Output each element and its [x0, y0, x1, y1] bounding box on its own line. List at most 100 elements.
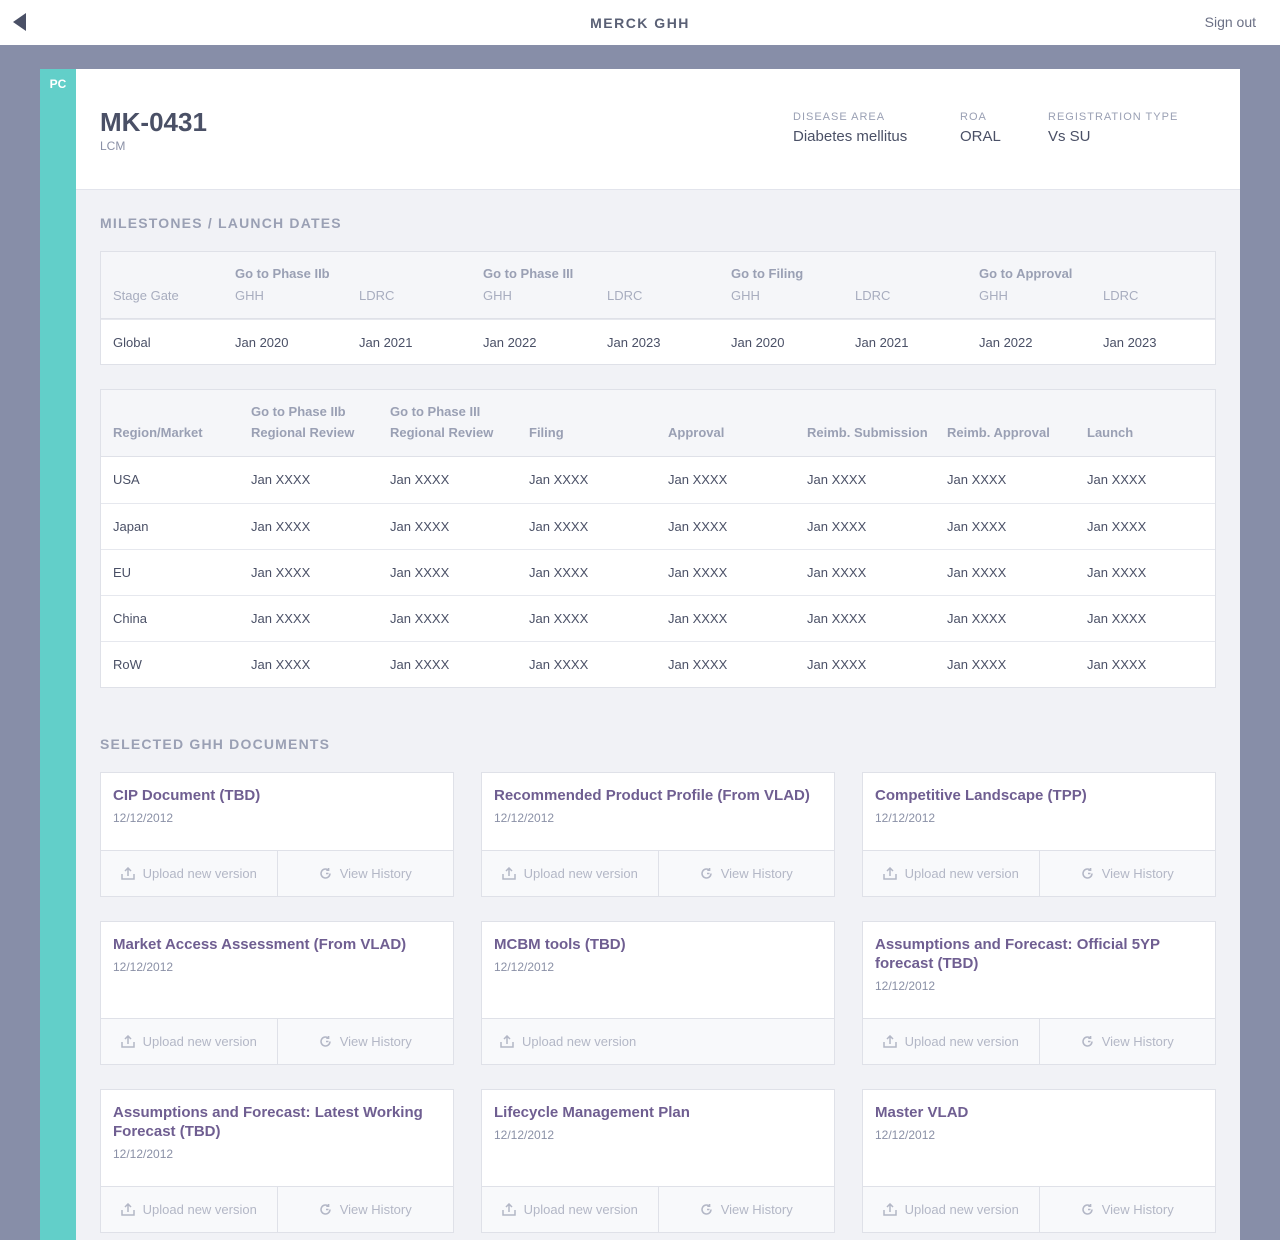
sub-header: GHH — [979, 288, 1008, 303]
document-card: Master VLAD 12/12/2012 Upload new version V… — [862, 1089, 1216, 1233]
document-title[interactable]: Assumptions and Forecast: Latest Working… — [113, 1103, 441, 1141]
document-info: Competitive Landscape (TPP) 12/12/2012 — [863, 773, 1215, 851]
document-title[interactable]: CIP Document (TBD) — [113, 786, 441, 805]
document-title[interactable]: Market Access Assessment (From VLAD) — [113, 935, 441, 954]
date-cell: Jan XXXX — [947, 565, 1007, 580]
date-cell: Jan XXXX — [947, 519, 1007, 534]
view-history-button[interactable]: View History — [657, 851, 835, 896]
document-card: Market Access Assessment (From VLAD) 12/1… — [100, 921, 454, 1065]
date-cell: Jan XXXX — [1087, 611, 1147, 626]
column-header: Launch — [1087, 425, 1134, 440]
document-card: MCBM tools (TBD) 12/12/2012 Upload new ver… — [481, 921, 835, 1065]
document-title[interactable]: Competitive Landscape (TPP) — [875, 786, 1203, 805]
sign-out-link[interactable]: Sign out — [1205, 14, 1256, 30]
document-card: Lifecycle Management Plan 12/12/2012 Uploa… — [481, 1089, 835, 1233]
view-history-button[interactable]: View History — [657, 1187, 835, 1232]
table-row: EU Jan XXXX Jan XXXX Jan XXXX Jan XXXX Jan XX… — [101, 549, 1215, 595]
history-icon — [701, 1204, 712, 1215]
upload-new-version-button[interactable]: Upload new version — [482, 1187, 658, 1232]
column-header: Region/Market — [113, 425, 203, 440]
app-title: MERCK GHH — [590, 14, 690, 31]
document-title[interactable]: Master VLAD — [875, 1103, 1203, 1122]
document-info: Master VLAD 12/12/2012 — [863, 1090, 1215, 1187]
document-info: CIP Document (TBD) 12/12/2012 — [101, 773, 453, 851]
date-cell: Jan XXXX — [529, 472, 589, 487]
upload-new-version-button[interactable]: Upload new version — [863, 851, 1039, 896]
document-title[interactable]: MCBM tools (TBD) — [494, 935, 822, 954]
table-row: Global Jan 2020 Jan 2021 Jan 2022 Jan 20… — [101, 319, 1215, 364]
view-history-button[interactable]: View History — [1038, 851, 1216, 896]
upload-new-version-button[interactable]: Upload new version — [863, 1187, 1039, 1232]
document-title[interactable]: Recommended Product Profile (From VLAD) — [494, 786, 822, 805]
region-label: RoW — [113, 657, 142, 672]
view-history-button[interactable]: View History — [1038, 1187, 1216, 1232]
date-cell: Jan XXXX — [1087, 519, 1147, 534]
date-cell: Jan XXXX — [529, 611, 589, 626]
column-header-line1: Go to Phase III — [390, 404, 481, 419]
upload-new-version-button[interactable]: Upload new version — [863, 1019, 1039, 1064]
view-history-button[interactable]: View History — [276, 1019, 454, 1064]
upload-label: Upload new version — [904, 1034, 1019, 1049]
document-card: Assumptions and Forecast: Official 5YP f… — [862, 921, 1216, 1065]
document-actions: Upload new version View History — [482, 1187, 834, 1232]
column-header: Reimb. Approval — [947, 425, 1050, 440]
product-id: MK-0431 — [100, 107, 207, 137]
top-bar: MERCK GHH Sign out — [0, 0, 1280, 45]
upload-new-version-button[interactable]: Upload new version — [101, 851, 277, 896]
date-cell: Jan XXXX — [807, 565, 867, 580]
upload-new-version-button[interactable]: Upload new version — [482, 1019, 834, 1064]
upload-new-version-button[interactable]: Upload new version — [482, 851, 658, 896]
table-row: Japan Jan XXXX Jan XXXX Jan XXXX Jan XXXX Jan… — [101, 503, 1215, 549]
document-title[interactable]: Assumptions and Forecast: Official 5YP f… — [875, 935, 1203, 973]
view-history-button[interactable]: View History — [1038, 1019, 1216, 1064]
date-cell: Jan XXXX — [390, 657, 450, 672]
upload-label: Upload new version — [142, 1202, 257, 1217]
date-cell: Jan XXXX — [529, 519, 589, 534]
date-cell: Jan XXXX — [947, 657, 1007, 672]
date-cell: Jan XXXX — [668, 565, 728, 580]
meta-value: Vs SU — [1048, 128, 1091, 145]
document-date: 12/12/2012 — [494, 1128, 555, 1142]
date-cell: Jan XXXX — [390, 611, 450, 626]
document-actions: Upload new version View History — [863, 851, 1215, 896]
upload-icon — [120, 1035, 135, 1048]
upload-icon — [500, 1035, 514, 1048]
sub-header: LDRC — [855, 288, 891, 303]
view-history-button[interactable]: View History — [276, 1187, 454, 1232]
date-cell: Jan 2020 — [235, 335, 289, 350]
date-cell: Jan XXXX — [807, 657, 867, 672]
view-history-label: View History — [1101, 1034, 1174, 1049]
region-label: Japan — [113, 519, 149, 534]
date-cell: Jan XXXX — [1087, 472, 1147, 487]
column-header: Reimb. Submission — [807, 425, 928, 440]
documents-title: SELECTED GHH DOCUMENTS — [100, 736, 331, 752]
date-cell: Jan XXXX — [251, 472, 311, 487]
document-info: Market Access Assessment (From VLAD) 12/1… — [101, 922, 453, 1019]
view-history-label: View History — [1101, 1202, 1174, 1217]
view-history-button[interactable]: View History — [276, 851, 454, 896]
history-icon — [1082, 868, 1093, 879]
document-actions: Upload new version View History — [101, 851, 453, 896]
upload-icon — [120, 867, 135, 880]
back-arrow-icon[interactable] — [13, 13, 27, 31]
upload-new-version-button[interactable]: Upload new version — [101, 1187, 277, 1232]
upload-new-version-button[interactable]: Upload new version — [101, 1019, 277, 1064]
history-icon — [1082, 1204, 1093, 1215]
date-cell: Jan XXXX — [668, 657, 728, 672]
regional-milestones-table: Region/Market Go to Phase IIb Regional Rev… — [100, 389, 1216, 688]
upload-icon — [501, 867, 516, 880]
document-actions: Upload new version View History — [101, 1019, 453, 1064]
meta-disease-area: DISEASE AREA Diabetes mellitus — [793, 111, 907, 145]
date-cell: Jan XXXX — [390, 472, 450, 487]
document-actions: Upload new version — [482, 1019, 834, 1064]
table-row: USA Jan XXXX Jan XXXX Jan XXXX Jan XXXX Jan X… — [101, 457, 1215, 503]
milestones-title: MILESTONES / LAUNCH DATES — [100, 215, 342, 231]
meta-value: ORAL — [960, 128, 1001, 145]
document-date: 12/12/2012 — [113, 1147, 174, 1161]
document-date: 12/12/2012 — [494, 960, 555, 974]
meta-value: Diabetes mellitus — [793, 128, 908, 145]
table-row: China Jan XXXX Jan XXXX Jan XXXX Jan XXXX Jan… — [101, 595, 1215, 641]
date-cell: Jan XXXX — [529, 657, 589, 672]
date-cell: Jan XXXX — [947, 472, 1007, 487]
document-title[interactable]: Lifecycle Management Plan — [494, 1103, 822, 1122]
